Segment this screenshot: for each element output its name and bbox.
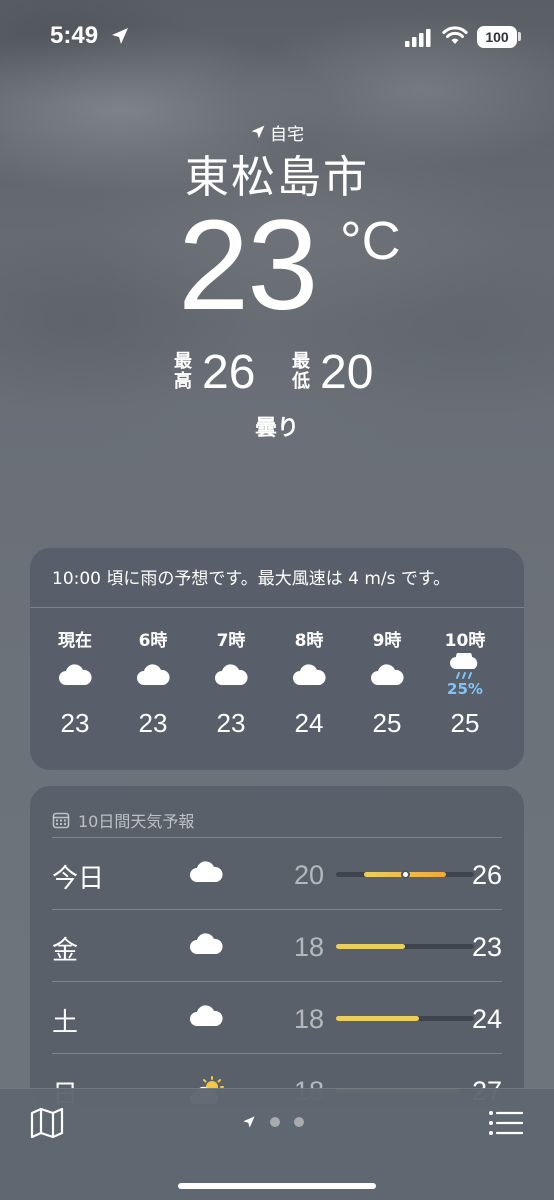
- current-temperature: 23: [178, 194, 318, 337]
- hour-temperature: 23: [60, 708, 90, 738]
- day-name: 今日: [52, 864, 105, 894]
- temperature-range-fill: [336, 944, 405, 949]
- status-time: 5:49: [50, 22, 99, 49]
- home-indicator[interactable]: [178, 1183, 376, 1189]
- ten-day-forecast-card[interactable]: 10日間天気予報 今日2026金1823土1824日1827: [30, 786, 524, 1106]
- day-low: 18: [293, 932, 324, 962]
- cellular-signal-icon: [405, 29, 431, 47]
- day-name: 土: [52, 1008, 79, 1038]
- day-icon-wrap: [188, 1004, 228, 1034]
- cloud-icon: [293, 664, 326, 685]
- battery-indicator: 100: [477, 26, 517, 48]
- ten-day-header: 10日間天気予報: [52, 786, 502, 838]
- hourly-list[interactable]: 現在 23 6時 23 7時 23 8時 24 9時 25 10時 25% 25: [30, 608, 524, 756]
- day-name: 金: [52, 936, 79, 966]
- hour-label: 9時: [372, 631, 402, 651]
- hour-item: 7時 23: [192, 626, 270, 756]
- hour-icon-wrap: [36, 650, 114, 700]
- location-arrow-icon: [112, 28, 128, 44]
- cloud-icon: [137, 664, 170, 685]
- forecast-summary: 10:00 頃に雨の予想です。最大風速は 4 m/s です。: [30, 548, 524, 608]
- temperature-unit: °C: [340, 211, 401, 271]
- hour-item: 6時 23: [114, 626, 192, 756]
- page-dot[interactable]: [294, 1117, 304, 1127]
- bottom-toolbar: [0, 1088, 554, 1200]
- day-icon-wrap: [188, 932, 228, 962]
- cloud-icon: [190, 861, 223, 882]
- cloud-icon: [59, 664, 92, 685]
- day-row[interactable]: 金 18 23: [52, 910, 502, 982]
- high-value: 26: [202, 346, 256, 399]
- cloud-icon: [371, 664, 404, 685]
- page-dot[interactable]: [270, 1117, 280, 1127]
- hour-item: 現在 23: [36, 626, 114, 756]
- list-icon[interactable]: [488, 1109, 524, 1137]
- day-list: 今日2026金1823土1824日1827: [30, 838, 524, 1106]
- low-value: 20: [320, 346, 374, 399]
- hour-label: 10時: [444, 631, 486, 651]
- hour-label: 現在: [58, 631, 92, 651]
- hour-icon-wrap: [114, 650, 192, 700]
- current-weather: 自宅 東松島市 23 °C 最高 26 最低 20 曇り: [0, 120, 554, 442]
- map-icon[interactable]: [30, 1107, 64, 1139]
- calendar-icon: [52, 812, 70, 828]
- hour-label: 6時: [138, 631, 168, 651]
- day-row[interactable]: 今日 20 26: [52, 838, 502, 910]
- day-low: 18: [293, 1004, 324, 1034]
- day-icon-wrap: [188, 860, 228, 890]
- hour-icon-wrap: [192, 650, 270, 700]
- hourly-forecast-card[interactable]: 10:00 頃に雨の予想です。最大風速は 4 m/s です。 現在 23 6時 23 7…: [30, 548, 524, 770]
- day-high: 24: [471, 1004, 502, 1034]
- cloud-icon: [190, 933, 223, 954]
- temperature-range-bar: [336, 1016, 474, 1021]
- day-row[interactable]: 土 18 24: [52, 982, 502, 1054]
- current-temp-marker: [400, 870, 410, 879]
- battery-tip: [518, 32, 521, 41]
- hour-temperature: 23: [138, 708, 168, 738]
- hour-icon-wrap: [348, 650, 426, 700]
- cloud-icon: [190, 1005, 223, 1026]
- hour-label: 8時: [294, 631, 324, 651]
- hour-icon-wrap: 25%: [426, 650, 504, 700]
- weather-condition: 曇り: [254, 416, 299, 441]
- hour-item: 8時 24: [270, 626, 348, 756]
- hour-temperature: 24: [294, 708, 324, 738]
- day-high: 26: [471, 860, 502, 890]
- cloud-rain-icon: [450, 653, 478, 679]
- hour-temperature: 23: [216, 708, 246, 738]
- low-label: 最低: [292, 351, 310, 392]
- precipitation-chance: 25%: [447, 680, 483, 698]
- cloud-icon: [215, 664, 248, 685]
- hour-item: 9時 25: [348, 626, 426, 756]
- temperature-block: 23 °C: [0, 202, 554, 340]
- hour-temperature: 25: [450, 708, 480, 738]
- temperature-range-bar: [336, 944, 474, 949]
- hour-icon-wrap: [270, 650, 348, 700]
- hour-temperature: 25: [372, 708, 402, 738]
- page-indicator[interactable]: [242, 1115, 304, 1129]
- high-low: 最高 26 最低 20: [0, 346, 554, 404]
- current-location-page-icon[interactable]: [242, 1115, 256, 1129]
- location-arrow-icon: [251, 125, 265, 139]
- hour-label: 7時: [216, 631, 246, 651]
- temperature-range-bar: [336, 870, 474, 879]
- high-label: 最高: [174, 351, 192, 392]
- temperature-range-fill: [336, 1016, 419, 1021]
- day-low: 20: [293, 860, 324, 890]
- hour-item: 10時 25% 25: [426, 626, 504, 756]
- ten-day-title: 10日間天気予報: [78, 811, 195, 831]
- home-location-row: 自宅: [0, 120, 554, 145]
- wifi-icon: [442, 26, 468, 44]
- home-label: 自宅: [270, 124, 304, 145]
- day-high: 23: [471, 932, 502, 962]
- status-bar: 5:49 100: [0, 0, 554, 70]
